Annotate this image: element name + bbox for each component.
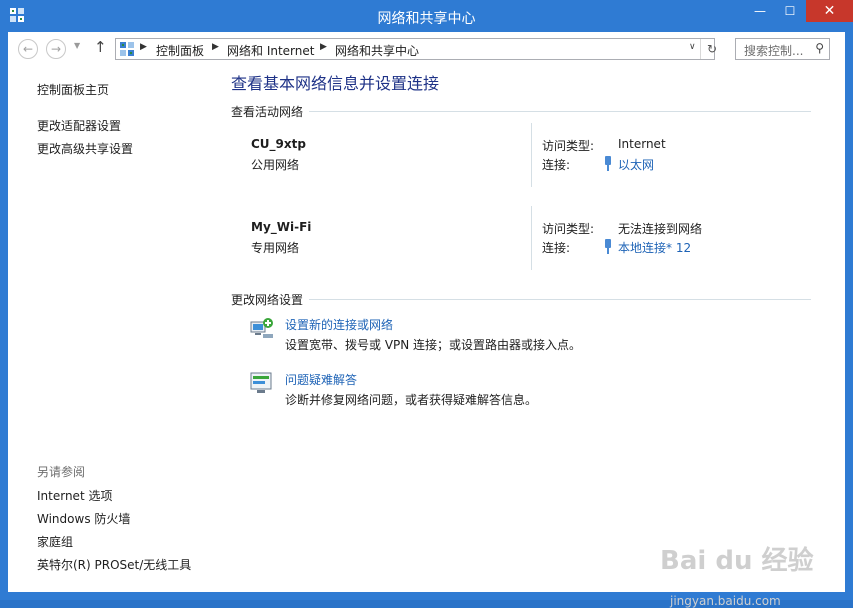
see-also-caption: 另请参阅 xyxy=(37,465,86,479)
section-divider xyxy=(231,111,811,112)
sidebar-item-change-advanced-sharing[interactable]: 更改高级共享设置 xyxy=(37,140,133,157)
breadcrumb-control-panel[interactable]: 控制面板 xyxy=(156,42,204,59)
access-type-value: Internet xyxy=(618,137,666,151)
section-heading: 更改网络设置 xyxy=(231,291,310,308)
access-type-value: 无法连接到网络 xyxy=(618,222,703,236)
see-also-windows-firewall[interactable]: Windows 防火墙 xyxy=(37,510,130,527)
section-divider xyxy=(231,299,811,300)
network-card: CU_9xtp 公用网络 访问类型: Internet 连接: 以太网 xyxy=(231,123,811,189)
recent-locations-icon[interactable]: ▼ xyxy=(74,41,80,50)
network-category: 专用网络 xyxy=(251,241,300,255)
search-icon[interactable]: ⚲ xyxy=(815,41,824,55)
back-button[interactable]: ← xyxy=(18,39,38,59)
maximize-button[interactable]: ☐ xyxy=(775,0,805,22)
troubleshoot-icon xyxy=(250,372,272,393)
troubleshoot-link[interactable]: 问题疑难解答 xyxy=(285,371,357,388)
network-name: CU_9xtp xyxy=(251,137,306,151)
navigation-bar: ← → ▼ ↑ ▶ 控制面板 ▶ 网络和 Internet ▶ 网络和共享中心 … xyxy=(8,32,845,66)
search-input[interactable]: 搜索控制... ⚲ xyxy=(735,38,830,60)
breadcrumb-network-sharing-center[interactable]: 网络和共享中心 xyxy=(335,42,419,59)
page-title: 查看基本网络信息并设置连接 xyxy=(231,74,440,93)
window-title: 网络和共享中心 xyxy=(377,11,476,27)
ethernet-icon xyxy=(605,239,611,254)
access-type-label: 访问类型: xyxy=(542,139,595,153)
close-button[interactable]: ✕ xyxy=(806,0,853,22)
see-also-intel-proset[interactable]: 英特尔(R) PROSet/无线工具 xyxy=(37,556,191,573)
network-card: My_Wi-Fi 专用网络 访问类型: 无法连接到网络 连接: 本地连接* 12 xyxy=(231,206,811,272)
sidebar-item-control-panel-home[interactable]: 控制面板主页 xyxy=(37,81,109,98)
watermark-logo: Bai du 经验 xyxy=(660,546,814,576)
connection-label: 连接: xyxy=(542,158,571,172)
access-type-label: 访问类型: xyxy=(542,222,595,236)
up-button[interactable]: ↑ xyxy=(94,38,107,56)
minimize-button[interactable]: — xyxy=(745,0,775,22)
setup-connection-description: 设置宽带、拨号或 VPN 连接；或设置路由器或接入点。 xyxy=(285,338,582,352)
sidebar-item-change-adapter-settings[interactable]: 更改适配器设置 xyxy=(37,117,121,134)
watermark-url: jingyan.baidu.com xyxy=(670,594,781,608)
sidebar: 控制面板主页 更改适配器设置 更改高级共享设置 另请参阅 Internet 选项… xyxy=(8,66,213,592)
control-panel-icon xyxy=(120,42,134,56)
task-setup-connection: 设置新的连接或网络 设置宽带、拨号或 VPN 连接；或设置路由器或接入点。 xyxy=(249,316,809,356)
ethernet-icon xyxy=(605,156,611,171)
setup-connection-link[interactable]: 设置新的连接或网络 xyxy=(285,316,393,333)
change-settings-section: 更改网络设置 xyxy=(231,291,811,308)
client-area: ← → ▼ ↑ ▶ 控制面板 ▶ 网络和 Internet ▶ 网络和共享中心 … xyxy=(8,32,845,608)
see-also-internet-options[interactable]: Internet 选项 xyxy=(37,487,112,504)
breadcrumb-separator-icon[interactable]: ▶ xyxy=(320,42,327,52)
connection-label: 连接: xyxy=(542,241,571,255)
connection-link-local[interactable]: 本地连接* 12 xyxy=(618,239,691,256)
network-setup-icon xyxy=(250,318,273,338)
window: 网络和共享中心 — ☐ ✕ ← → ▼ ↑ ▶ 控制面板 ▶ 网络和 Inter… xyxy=(0,0,853,608)
network-divider xyxy=(531,123,532,187)
address-bar[interactable]: ▶ 控制面板 ▶ 网络和 Internet ▶ 网络和共享中心 ∨ ↻ xyxy=(115,38,717,60)
connection-link-ethernet[interactable]: 以太网 xyxy=(618,156,654,173)
troubleshoot-description: 诊断并修复网络问题，或者获得疑难解答信息。 xyxy=(285,393,538,407)
refresh-button[interactable]: ↻ xyxy=(700,39,719,59)
breadcrumb-network-internet[interactable]: 网络和 Internet xyxy=(227,42,314,59)
breadcrumb-separator-icon[interactable]: ▶ xyxy=(212,42,219,52)
network-category: 公用网络 xyxy=(251,158,300,172)
search-placeholder: 搜索控制... xyxy=(744,44,804,58)
address-dropdown-icon[interactable]: ∨ xyxy=(689,42,696,52)
section-heading: 查看活动网络 xyxy=(231,103,310,120)
title-bar[interactable]: 网络和共享中心 — ☐ ✕ xyxy=(0,0,853,32)
forward-button[interactable]: → xyxy=(46,39,66,59)
breadcrumb-separator-icon[interactable]: ▶ xyxy=(140,42,147,52)
active-networks-section: 查看活动网络 xyxy=(231,103,811,120)
see-also-homegroup[interactable]: 家庭组 xyxy=(37,533,73,550)
task-troubleshoot: 问题疑难解答 诊断并修复网络问题，或者获得疑难解答信息。 xyxy=(249,371,809,411)
network-divider xyxy=(531,206,532,270)
network-name: My_Wi-Fi xyxy=(251,220,312,234)
